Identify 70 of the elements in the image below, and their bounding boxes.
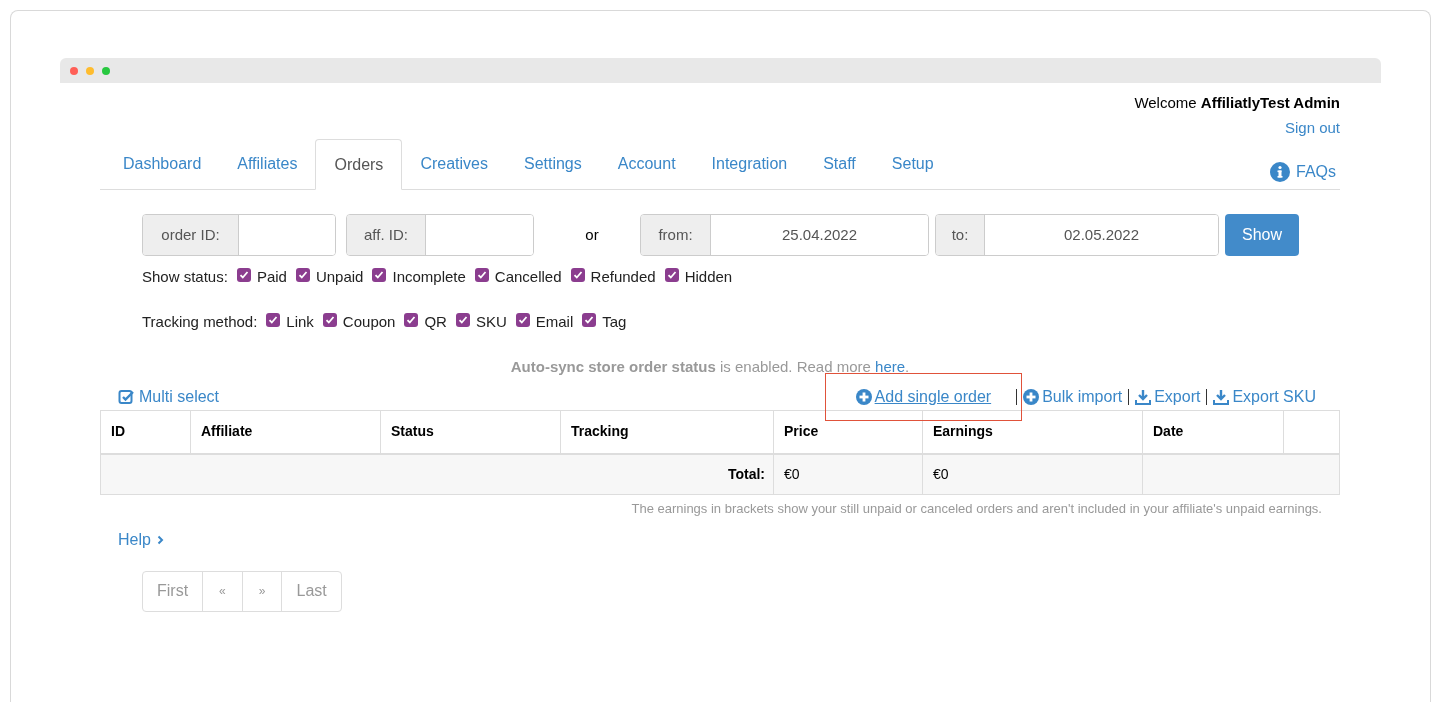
total-price: €0	[773, 453, 923, 495]
checkbox[interactable]	[664, 268, 679, 282]
nav-tab[interactable]: Integration	[693, 139, 806, 189]
checkbox[interactable]	[236, 268, 251, 282]
or-label: or	[584, 224, 600, 245]
plus-circle-icon	[855, 389, 872, 405]
checkbox-label: Paid	[256, 266, 287, 287]
plus-circle-icon	[1023, 389, 1040, 405]
checkbox[interactable]	[455, 313, 470, 327]
nav-tab[interactable]: Account	[599, 139, 694, 189]
checkbox-label: Coupon	[342, 311, 396, 332]
checkbox-icon	[118, 389, 134, 405]
nav-tab[interactable]: Settings	[505, 139, 600, 189]
field-label: from:	[641, 215, 711, 255]
action-link[interactable]: Bulk import	[1023, 385, 1123, 409]
order-id-field[interactable]: order ID:	[142, 214, 336, 256]
checkbox[interactable]	[372, 268, 387, 282]
here-link[interactable]: here	[875, 358, 906, 375]
nav-tab[interactable]: Dashboard	[105, 139, 220, 189]
checkbox[interactable]	[515, 313, 530, 327]
nav-tab[interactable]: Affiliates	[219, 139, 316, 189]
show-button[interactable]: Show	[1225, 214, 1299, 256]
checkbox[interactable]	[295, 268, 310, 282]
faqs-link[interactable]: FAQs	[1270, 160, 1336, 189]
sign-out-link[interactable]: Sign out	[1284, 118, 1340, 138]
nav-tab[interactable]: Setup	[873, 139, 952, 189]
page-button[interactable]: First	[143, 571, 203, 611]
page-button[interactable]: Last	[281, 571, 341, 611]
checkbox-label: Hidden	[684, 266, 733, 287]
chevron-right-icon	[156, 534, 164, 545]
total-earnings: €0	[922, 453, 1143, 495]
action-link[interactable]: Export SKU	[1213, 385, 1316, 409]
checkbox-label: Link	[286, 311, 314, 332]
checkbox-label: QR	[424, 311, 447, 332]
download-icon	[1213, 389, 1230, 405]
checkbox[interactable]	[570, 268, 585, 282]
checkbox[interactable]	[582, 313, 597, 327]
nav-tab[interactable]: Orders	[315, 139, 403, 190]
checkbox-label: Incomplete	[392, 266, 466, 287]
filter-label: Tracking method:	[142, 311, 258, 332]
help-link[interactable]: Help	[118, 527, 164, 552]
checkbox-label: Tag	[602, 311, 627, 332]
download-icon	[1135, 389, 1152, 405]
checkbox[interactable]	[474, 268, 489, 282]
welcome-text: Welcome AffiliatlyTest Admin	[1134, 93, 1340, 113]
checkbox[interactable]	[404, 313, 419, 327]
affiliate-id-field[interactable]: aff. ID:	[346, 214, 534, 256]
field-label: aff. ID:	[347, 215, 426, 255]
page-button[interactable]: «	[202, 571, 242, 611]
nav-tab[interactable]: Creatives	[402, 139, 506, 189]
action-link[interactable]: Export	[1135, 385, 1201, 409]
nav-tab[interactable]: Staff	[805, 139, 874, 189]
to-date-field[interactable]: to: 02.05.2022	[935, 214, 1219, 256]
checkbox-label: Email	[535, 311, 574, 332]
checkbox-label: Refunded	[590, 266, 656, 287]
total-label: Total:	[100, 453, 774, 495]
field-label: to:	[936, 215, 985, 255]
checkbox-label: SKU	[475, 311, 507, 332]
checkbox[interactable]	[266, 313, 281, 327]
earnings-footnote: The earnings in brackets show your still unpaid or canceled orders and aren't included in your affiliate's unpaid earnings.	[631, 500, 1322, 518]
checkbox-label: Cancelled	[494, 266, 562, 287]
field-label: order ID:	[143, 215, 239, 255]
checkbox-label: Unpaid	[315, 266, 364, 287]
info-icon	[1270, 162, 1290, 182]
page-button[interactable]: »	[241, 571, 282, 611]
checkbox[interactable]	[322, 313, 337, 327]
from-date-field[interactable]: from: 25.04.2022	[640, 214, 929, 256]
multi-select-link[interactable]: Multi select	[118, 385, 220, 409]
auto-sync-notice: Auto-sync store order status is enabled. Read more here.	[510, 357, 910, 376]
filter-label: Show status:	[142, 266, 228, 287]
